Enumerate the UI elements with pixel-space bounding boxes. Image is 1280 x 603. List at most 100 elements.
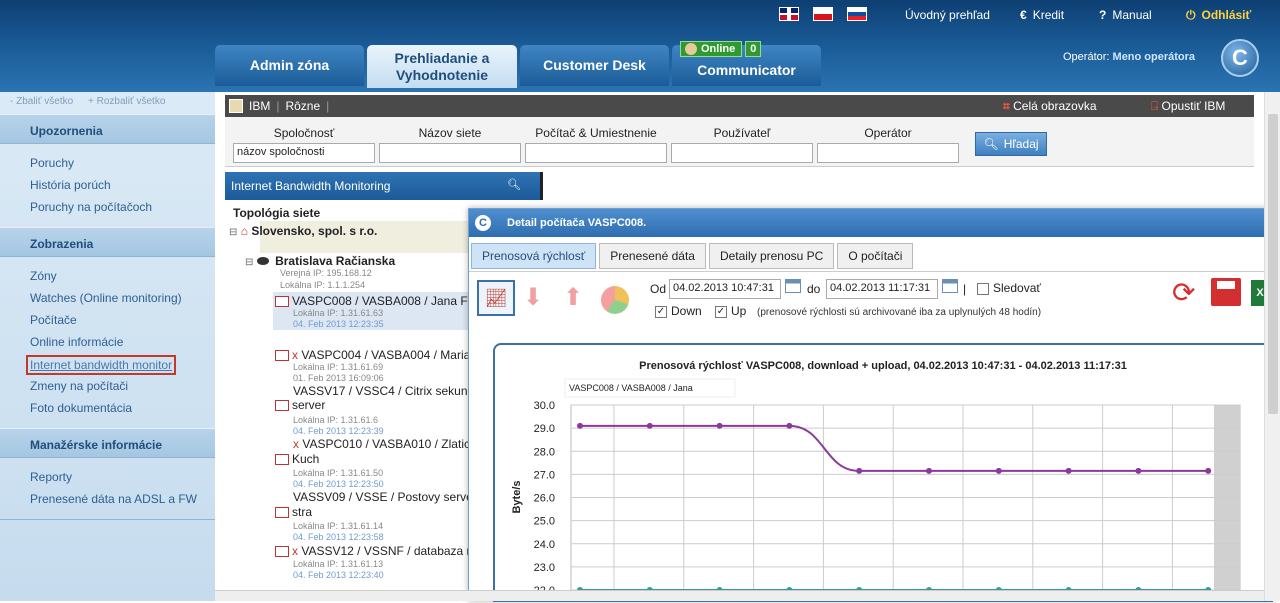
sidebar-item-historia-poruch[interactable]: História porúch bbox=[30, 178, 111, 192]
node-ip: Lokálna IP: 1.31.61.14 bbox=[293, 521, 384, 531]
tab-prehliadanie[interactable]: Prehliadanie a Vyhodnotenie bbox=[367, 45, 517, 88]
network-tree: Topológia siete ⊟ ⌂ Slovensko, spol. s r… bbox=[225, 202, 485, 602]
operator-input[interactable] bbox=[817, 143, 959, 163]
credit-link[interactable]: € Kredit bbox=[1020, 6, 1064, 24]
section-upozornenia[interactable]: Upozornenia bbox=[0, 114, 215, 144]
label-pocitac: Počítač & Umiestnenie bbox=[535, 126, 657, 140]
search-icon[interactable]: 🔍︎ bbox=[507, 178, 521, 191]
tree-node-label[interactable]: VASSV17 / VSSC4 / Citrix sekund bbox=[293, 384, 474, 398]
refresh-icon[interactable]: ⟳ bbox=[1172, 278, 1195, 308]
data-point bbox=[1065, 467, 1072, 474]
tree-node-label[interactable]: VASSV09 / VSSE / Postovy serve bbox=[293, 490, 473, 504]
expand-all-link[interactable]: + Rozbaliť všetko bbox=[88, 96, 165, 107]
online-count: 0 bbox=[745, 41, 762, 57]
tree-node[interactable]: VASPC008 / VASBA008 / Jana Fa bbox=[275, 294, 474, 308]
exit-ibm-button[interactable]: ⍈ Opustiť IBM bbox=[1151, 99, 1225, 114]
date-from-input[interactable]: 04.02.2013 10:47:31 bbox=[669, 279, 781, 299]
logout-link[interactable]: ⏻ Odhlásiť bbox=[1186, 6, 1251, 24]
ibm-menu[interactable]: IBM bbox=[249, 99, 270, 113]
tree-node[interactable]: Kuch bbox=[275, 452, 319, 466]
calendar-icon[interactable] bbox=[942, 279, 958, 293]
data-point bbox=[1205, 467, 1212, 474]
horizontal-scrollbar[interactable] bbox=[215, 590, 1264, 601]
sidebar-item-poruchy-na-pocitacoch[interactable]: Poruchy na počítačoch bbox=[30, 200, 152, 214]
y-tick-label: 24.0 bbox=[534, 539, 555, 551]
user-icon bbox=[685, 43, 697, 55]
data-point bbox=[786, 422, 793, 429]
search-button[interactable]: 🔍︎ Hľadaj bbox=[975, 132, 1047, 156]
filter-bar: Spoločnosť Názov siete Počítač & Umiestn… bbox=[225, 117, 1254, 167]
en-flag-icon[interactable] bbox=[779, 7, 799, 21]
sidebar-item-zony[interactable]: Zóny bbox=[30, 269, 57, 283]
power-icon: ⏻ bbox=[1186, 7, 1196, 22]
sidebar-item-prenesene-data[interactable]: Prenesené dáta na ADSL a FW bbox=[30, 492, 197, 506]
y-tick-label: 29.0 bbox=[534, 423, 555, 435]
collapse-all-link[interactable]: - Zbaliť všetko bbox=[10, 96, 73, 107]
tree-node-label[interactable]: x VASPC010 / VASBA010 / Zlatica bbox=[293, 437, 477, 451]
sledovat-checkbox[interactable]: Sledovať bbox=[977, 281, 1041, 295]
fullscreen-icon: ⌗ bbox=[1003, 98, 1010, 113]
tree-company[interactable]: ⊟ ⌂ Slovensko, spol. s r.o. bbox=[229, 224, 377, 238]
pie-chart-icon[interactable] bbox=[601, 286, 629, 314]
tab-customer-desk[interactable]: Customer Desk bbox=[520, 45, 669, 86]
collapse-icon[interactable]: ⊟ bbox=[245, 257, 253, 268]
tab-o-pocitaci[interactable]: O počítači bbox=[837, 243, 914, 269]
tree-node[interactable]: x VASSV12 / VSSNF / databaza n bbox=[275, 544, 473, 558]
date-to-input[interactable]: 04.02.2013 11:17:31 bbox=[826, 279, 938, 299]
computer-input[interactable] bbox=[525, 143, 667, 163]
rozne-menu[interactable]: Rôzne bbox=[285, 99, 320, 113]
y-tick-label: 30.0 bbox=[534, 400, 555, 412]
tree-site[interactable]: ⊟ Bratislava Račianska bbox=[245, 254, 395, 268]
download-arrow-icon[interactable]: ⬇ bbox=[523, 286, 543, 310]
sidebar-item-reporty[interactable]: Reporty bbox=[30, 470, 72, 484]
scroll-thumb[interactable] bbox=[1268, 114, 1278, 414]
ibm-toolbar: IBM | Rôzne | ⌗ Celá obrazovka ⍈ Opustiť… bbox=[225, 95, 1254, 117]
save-icon[interactable] bbox=[1211, 278, 1241, 306]
computer-icon bbox=[275, 350, 289, 362]
euro-icon: € bbox=[1020, 8, 1027, 22]
down-checkbox[interactable]: ✓ Down bbox=[655, 304, 702, 318]
exit-icon: ⍈ bbox=[1151, 98, 1159, 113]
label-spolocnost: Spoločnosť bbox=[273, 126, 335, 140]
sidebar-item-zmeny-na-pocitaci[interactable]: Zmeny na počítači bbox=[30, 379, 128, 393]
sidebar-item-internet-bandwidth-monitor[interactable]: Internet bandwidth monitor bbox=[26, 355, 177, 375]
section-manazerske-informacie[interactable]: Manažérske informácie bbox=[0, 428, 215, 458]
node-date: 04. Feb 2013 12:23:50 bbox=[293, 479, 384, 489]
dialog-title-bar[interactable]: C Detail počítača VASPC008. bbox=[469, 209, 1274, 237]
y-tick-label: 26.0 bbox=[534, 493, 555, 505]
vertical-scrollbar[interactable] bbox=[1264, 92, 1280, 601]
tree-node[interactable]: stra bbox=[275, 505, 312, 519]
node-date: 04. Feb 2013 12:23:39 bbox=[293, 426, 384, 436]
user-input[interactable] bbox=[671, 143, 813, 163]
dialog-toolbar: 📈︎ ⬇ ⬆ Od 04.02.2013 10:47:31 do 04.02.2… bbox=[469, 271, 1276, 327]
manual-link[interactable]: ? Manual bbox=[1099, 6, 1152, 24]
section-zobrazenia[interactable]: Zobrazenia bbox=[0, 227, 215, 257]
home-link[interactable]: Úvodný prehľad bbox=[905, 6, 990, 24]
chart-line-icon[interactable]: 📈︎ bbox=[477, 280, 515, 316]
upload-arrow-icon[interactable]: ⬆ bbox=[563, 286, 583, 310]
computer-icon bbox=[275, 507, 289, 519]
sidebar-item-foto-dokumentacia[interactable]: Foto dokumentácia bbox=[30, 401, 132, 415]
collapse-icon[interactable]: ⊟ bbox=[229, 227, 237, 238]
cz-flag-icon[interactable] bbox=[813, 7, 833, 21]
tab-detaily-prenosu[interactable]: Detaily prenosu PC bbox=[708, 243, 835, 269]
sidebar-item-online-informacie[interactable]: Online informácie bbox=[30, 335, 123, 349]
company-input[interactable]: názov spoločnosti bbox=[233, 143, 375, 163]
tab-admin-zona[interactable]: Admin zóna bbox=[215, 45, 364, 86]
computer-icon bbox=[275, 400, 289, 412]
calendar-icon[interactable] bbox=[785, 279, 801, 293]
network-input[interactable] bbox=[379, 143, 521, 163]
sk-flag-icon[interactable] bbox=[847, 7, 867, 21]
label-nazov-siete: Názov siete bbox=[418, 126, 482, 140]
sidebar-item-poruchy[interactable]: Poruchy bbox=[30, 156, 74, 170]
sidebar-item-watches[interactable]: Watches (Online monitoring) bbox=[30, 291, 182, 305]
tree-node[interactable]: x VASPC004 / VASBA004 / Marian bbox=[275, 348, 477, 362]
tab-prenosova-rychlost[interactable]: Prenosová rýchlosť bbox=[471, 243, 597, 269]
fullscreen-button[interactable]: ⌗ Celá obrazovka bbox=[1003, 99, 1097, 114]
tree-node[interactable]: server bbox=[275, 398, 325, 412]
node-date: 04. Feb 2013 12:23:40 bbox=[293, 570, 384, 580]
up-checkbox[interactable]: ✓ Up bbox=[715, 304, 746, 318]
tab-prenesene-data[interactable]: Prenesené dáta bbox=[599, 243, 706, 269]
computer-icon bbox=[275, 454, 289, 466]
sidebar-item-pocitace[interactable]: Počítače bbox=[30, 313, 77, 327]
